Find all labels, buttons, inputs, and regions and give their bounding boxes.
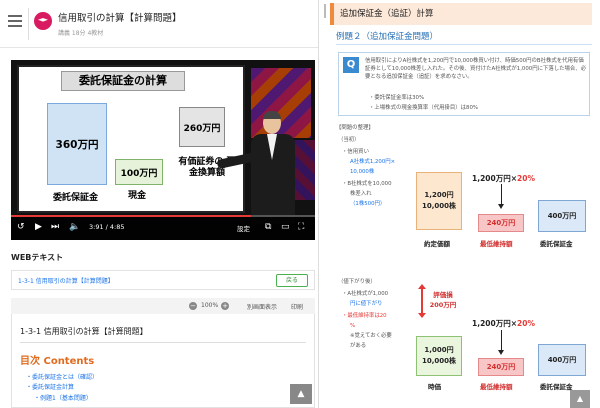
initial-label: （当初） [338, 137, 360, 143]
section-label: 【問題の整理】 [336, 125, 374, 131]
diagram1-top-arrow: 1,200万円×20% [472, 174, 535, 183]
video-controls: ↺ ▶ ⏭ 🔈 3:91 / 4:85 設定 ⧉ ▭ ⛶ [11, 215, 315, 240]
note-line: 株差入れ [350, 191, 372, 197]
question-bullet: ・委託保証金率は30% [369, 95, 425, 101]
diagram1-label-contract: 約定価額 [424, 240, 450, 248]
zoom-in-icon[interactable]: + [221, 302, 229, 310]
play-icon[interactable]: ▶ [35, 222, 42, 233]
toc-item[interactable]: ・委託保証金計算 [26, 382, 74, 391]
toc-item[interactable]: ・委託保証金とは（確認） [26, 372, 98, 381]
note-line: % [350, 323, 356, 329]
diagram1-label-margin: 委託保証金 [540, 240, 573, 248]
toc-item[interactable]: ・例題1（基本問題） [34, 393, 92, 402]
diagram1-margin-box: 400万円 [538, 200, 586, 232]
volume-icon[interactable]: 🔈 [69, 222, 80, 233]
divider [28, 8, 29, 40]
arrow-down-icon [498, 350, 504, 355]
pane-resizer[interactable] [318, 0, 330, 408]
arrow-down-icon [418, 313, 426, 318]
slide-label-itaku: 委託保証金 [53, 193, 99, 203]
doc-title: 1-3-1 信用取引の計算【計算問題】 [20, 327, 148, 336]
diagram1-contract-box: 1,200円 10,000株 [416, 172, 462, 230]
note-line: A社株式1,200円× [350, 159, 396, 165]
return-button[interactable]: 戻る [276, 274, 308, 287]
note-line: がある [350, 343, 367, 349]
section-row: 1-3-1 信用取引の計算【計算問題】 戻る [11, 270, 315, 290]
arrow-down-icon [498, 204, 504, 209]
rewind-icon[interactable]: ↺ [17, 222, 25, 233]
diagram1-arrow-line [501, 184, 502, 206]
note-line: ・信用買い [342, 149, 369, 155]
lecture-slide: 委託保証金の計算 360万円 100万円 260万円 委託保証金 現金 有価証券… [17, 65, 245, 213]
panel-title: 追加保証金（追証）計算 [330, 3, 592, 25]
divider [20, 342, 306, 343]
question-text: 信用取引によりA社株式を1,200円で10,000株買い付け、時価500円のB社… [365, 58, 587, 80]
caption-icon[interactable]: ⧉ [265, 222, 271, 233]
slide-box-260: 260万円 [179, 107, 225, 147]
question-bullet: ・上場株式の現金換算率（代用掛目）は80% [369, 105, 479, 111]
note-line: （1株500円） [350, 201, 386, 207]
diagram2-minimum-box: 240万円 [478, 358, 524, 376]
left-pane: 信用取引の計算【計算問題】 講義 18分 4教材 委託保証金の計算 360万円 … [0, 0, 318, 408]
scroll-top-button[interactable]: ▲ [290, 384, 312, 404]
toc-title: 目次 Contents [20, 356, 95, 367]
diagram2-margin-box: 400万円 [538, 344, 586, 376]
skip-icon[interactable]: ⏭ [51, 222, 59, 233]
zoom-level: 100% [201, 302, 219, 309]
slide-label-genkin: 現金 [128, 191, 147, 201]
video-progress-bar[interactable] [11, 215, 315, 217]
diagram1-label-minimum: 最低維持額 [480, 240, 513, 248]
note-line: 10,000株 [350, 169, 375, 175]
note-line: ※覚えておく必要 [350, 333, 392, 339]
settings-button[interactable]: 設定 [237, 223, 250, 233]
diagram1-minimum-box: 240万円 [478, 214, 524, 232]
note-line: 円に値下がり [350, 301, 383, 307]
slide-title: 委託保証金の計算 [61, 71, 185, 91]
course-title: 信用取引の計算【計算問題】 [58, 13, 182, 24]
right-pane: 追加保証金（追証）計算 例題２（追加保証金問題） Q 信用取引によりA社株式を1… [330, 0, 600, 408]
course-meta: 講義 18分 4教材 [58, 30, 104, 37]
zoom-out-icon[interactable]: − [189, 302, 197, 310]
diagram2-arrow-line [501, 330, 502, 352]
diagram2-top-arrow: 1,200万円×20% [472, 319, 535, 328]
slide-box-100: 100万円 [115, 159, 163, 185]
slide-box-360: 360万円 [47, 103, 107, 185]
screen-icon[interactable]: ▭ [281, 222, 290, 233]
drop-label: （値下がり後） [338, 279, 376, 285]
section-link[interactable]: 1-3-1 信用取引の計算【計算問題】 [18, 276, 114, 285]
note-line: ・A社株式が1,000 [342, 291, 389, 297]
video-player[interactable]: 委託保証金の計算 360万円 100万円 260万円 委託保証金 現金 有価証券… [11, 60, 315, 240]
scroll-top-button[interactable]: ▲ [570, 390, 590, 408]
doc-toolbar: − 100% + 別画面表示 印刷 [11, 298, 315, 314]
menu-icon[interactable] [8, 15, 22, 29]
fullscreen-icon[interactable]: ⛶ [298, 222, 304, 233]
alt-view-button[interactable]: 別画面表示 [247, 302, 277, 311]
video-time: 3:91 / 4:85 [89, 223, 125, 231]
diagram2-label-market: 時価 [428, 383, 441, 391]
lecturer [216, 111, 299, 224]
loss-label: 評価損 200万円 [429, 291, 457, 309]
course-header: 信用取引の計算【計算問題】 講義 18分 4教材 [0, 0, 318, 48]
doc-content: 1-3-1 信用取引の計算【計算問題】 目次 Contents ・委託保証金とは… [11, 314, 315, 408]
print-button[interactable]: 印刷 [291, 302, 303, 311]
example-heading: 例題２（追加保証金問題） [336, 32, 439, 42]
video-progress-fill [11, 215, 252, 217]
diagram2-market-box: 1,000円 10,000株 [416, 336, 462, 376]
question-box: Q 信用取引によりA社株式を1,200円で10,000株買い付け、時価500円の… [338, 52, 590, 116]
divider [336, 44, 592, 45]
diagram2-label-minimum: 最低維持額 [480, 383, 513, 391]
note-line: ・B社株式を10,000 [342, 181, 392, 187]
graduation-cap-icon [34, 12, 52, 30]
app-root: 信用取引の計算【計算問題】 講義 18分 4教材 委託保証金の計算 360万円 … [0, 0, 600, 408]
loss-arrow [421, 289, 423, 313]
note-line: ・最低維持率は20 [342, 313, 387, 319]
webtext-heading: WEBテキスト [11, 253, 64, 262]
question-badge: Q [343, 57, 359, 73]
diagram2-label-margin: 委託保証金 [540, 383, 573, 391]
